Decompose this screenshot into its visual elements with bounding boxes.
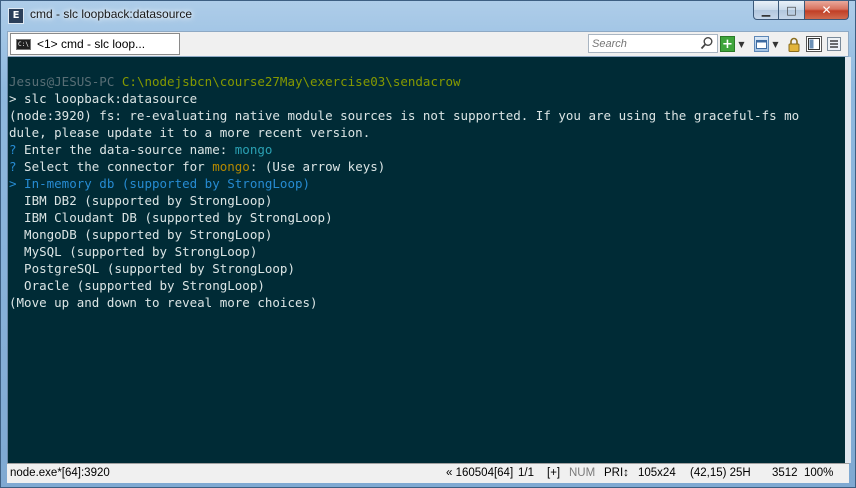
window-view-icon bbox=[756, 39, 767, 49]
console-scrollbar[interactable] bbox=[845, 57, 851, 463]
prompt-path: C:\nodejsbcn\course27May\exercise03\send… bbox=[121, 74, 461, 89]
split-panel-button[interactable] bbox=[806, 36, 822, 52]
command-line: > slc loopback:datasource bbox=[9, 91, 198, 106]
minimize-button[interactable]: ▁ bbox=[753, 1, 779, 20]
connector-option[interactable]: MySQL (supported by StrongLoop) bbox=[9, 243, 799, 260]
tab-toolbar: C:\ <1> cmd - slc loop... + ▼ ▼ bbox=[7, 31, 849, 57]
status-priority[interactable]: PRI↕ bbox=[604, 467, 629, 479]
status-server[interactable]: « 160504[64] bbox=[446, 467, 513, 479]
console-window: E cmd - slc loopback:datasource ▁ □ ✕ C:… bbox=[0, 0, 856, 488]
prompt-user: Jesus@JESUS-PC bbox=[9, 74, 115, 89]
chevron-down-icon[interactable]: ▼ bbox=[737, 36, 746, 52]
menu-button[interactable] bbox=[826, 36, 842, 52]
console-output[interactable]: Jesus@JESUS-PC C:\nodejsbcn\course27May\… bbox=[7, 57, 845, 463]
connector-option[interactable]: IBM Cloudant DB (supported by StrongLoop… bbox=[9, 209, 799, 226]
connector-option[interactable]: PostgreSQL (supported by StrongLoop) bbox=[9, 260, 799, 277]
split-view-icon bbox=[808, 38, 820, 50]
maximize-button[interactable]: □ bbox=[779, 1, 805, 20]
question-hint: : (Use arrow keys) bbox=[249, 159, 386, 174]
tab-label: <1> cmd - slc loop... bbox=[37, 37, 146, 51]
connector-option-selected[interactable]: > In-memory db (supported by StrongLoop) bbox=[9, 175, 799, 192]
search-input[interactable] bbox=[592, 36, 692, 51]
title-bar[interactable]: E cmd - slc loopback:datasource ▁ □ ✕ bbox=[1, 1, 855, 31]
window-controls: ▁ □ ✕ bbox=[753, 1, 849, 20]
tab-console-1[interactable]: C:\ <1> cmd - slc loop... bbox=[10, 33, 180, 55]
status-cursor[interactable]: (42,15) 25H bbox=[690, 467, 751, 479]
prompt-line: Jesus@JESUS-PC C:\nodejsbcn\course27May\… bbox=[9, 73, 799, 90]
search-box[interactable] bbox=[588, 34, 718, 53]
console-tab-icon: C:\ bbox=[16, 38, 31, 50]
connector-option[interactable]: IBM DB2 (supported by StrongLoop) bbox=[9, 192, 799, 209]
close-button[interactable]: ✕ bbox=[805, 1, 849, 20]
window-title: cmd - slc loopback:datasource bbox=[30, 7, 193, 21]
lock-icon[interactable] bbox=[787, 36, 801, 52]
new-console-button[interactable]: + bbox=[720, 36, 735, 52]
status-insert[interactable]: [+] bbox=[547, 467, 560, 479]
console-lines: Jesus@JESUS-PC C:\nodejsbcn\course27May\… bbox=[9, 73, 799, 311]
status-zoom[interactable]: 100% bbox=[804, 467, 833, 479]
question-mark: ? bbox=[9, 159, 17, 174]
connector-option[interactable]: MongoDB (supported by StrongLoop) bbox=[9, 226, 799, 243]
status-console-index[interactable]: 1/1 bbox=[518, 467, 534, 479]
status-process[interactable]: node.exe*[64]:3920 bbox=[10, 467, 110, 479]
datasource-name: mongo bbox=[212, 159, 250, 174]
warning-line-2: dule, please update it to a more recent … bbox=[9, 125, 371, 140]
view-button[interactable] bbox=[754, 36, 769, 52]
connector-option[interactable]: Oracle (supported by StrongLoop) bbox=[9, 277, 799, 294]
hamburger-menu-icon bbox=[827, 37, 841, 51]
status-console-size[interactable]: 105x24 bbox=[638, 467, 676, 479]
search-icon[interactable] bbox=[700, 36, 714, 50]
question-connector: ? Select the connector for mongo: (Use a… bbox=[9, 158, 799, 175]
status-pid[interactable]: 3512 bbox=[772, 467, 798, 479]
answer-value: mongo bbox=[234, 142, 273, 157]
question-text: Enter the data-source name: bbox=[16, 142, 235, 157]
question-datasource-name: ? Enter the data-source name: mongo bbox=[9, 141, 799, 158]
question-text: Select the connector for bbox=[16, 159, 213, 174]
warning-line-1: (node:3920) fs: re-evaluating native mod… bbox=[9, 108, 800, 123]
question-mark: ? bbox=[9, 142, 17, 157]
console-app-icon[interactable]: E bbox=[8, 8, 24, 24]
status-numlock: NUM bbox=[569, 467, 596, 479]
chevron-down-icon[interactable]: ▼ bbox=[771, 36, 780, 52]
scroll-hint: (Move up and down to reveal more choices… bbox=[9, 295, 318, 310]
status-bar: node.exe*[64]:3920 « 160504[64] 1/1 [+] … bbox=[7, 463, 849, 483]
